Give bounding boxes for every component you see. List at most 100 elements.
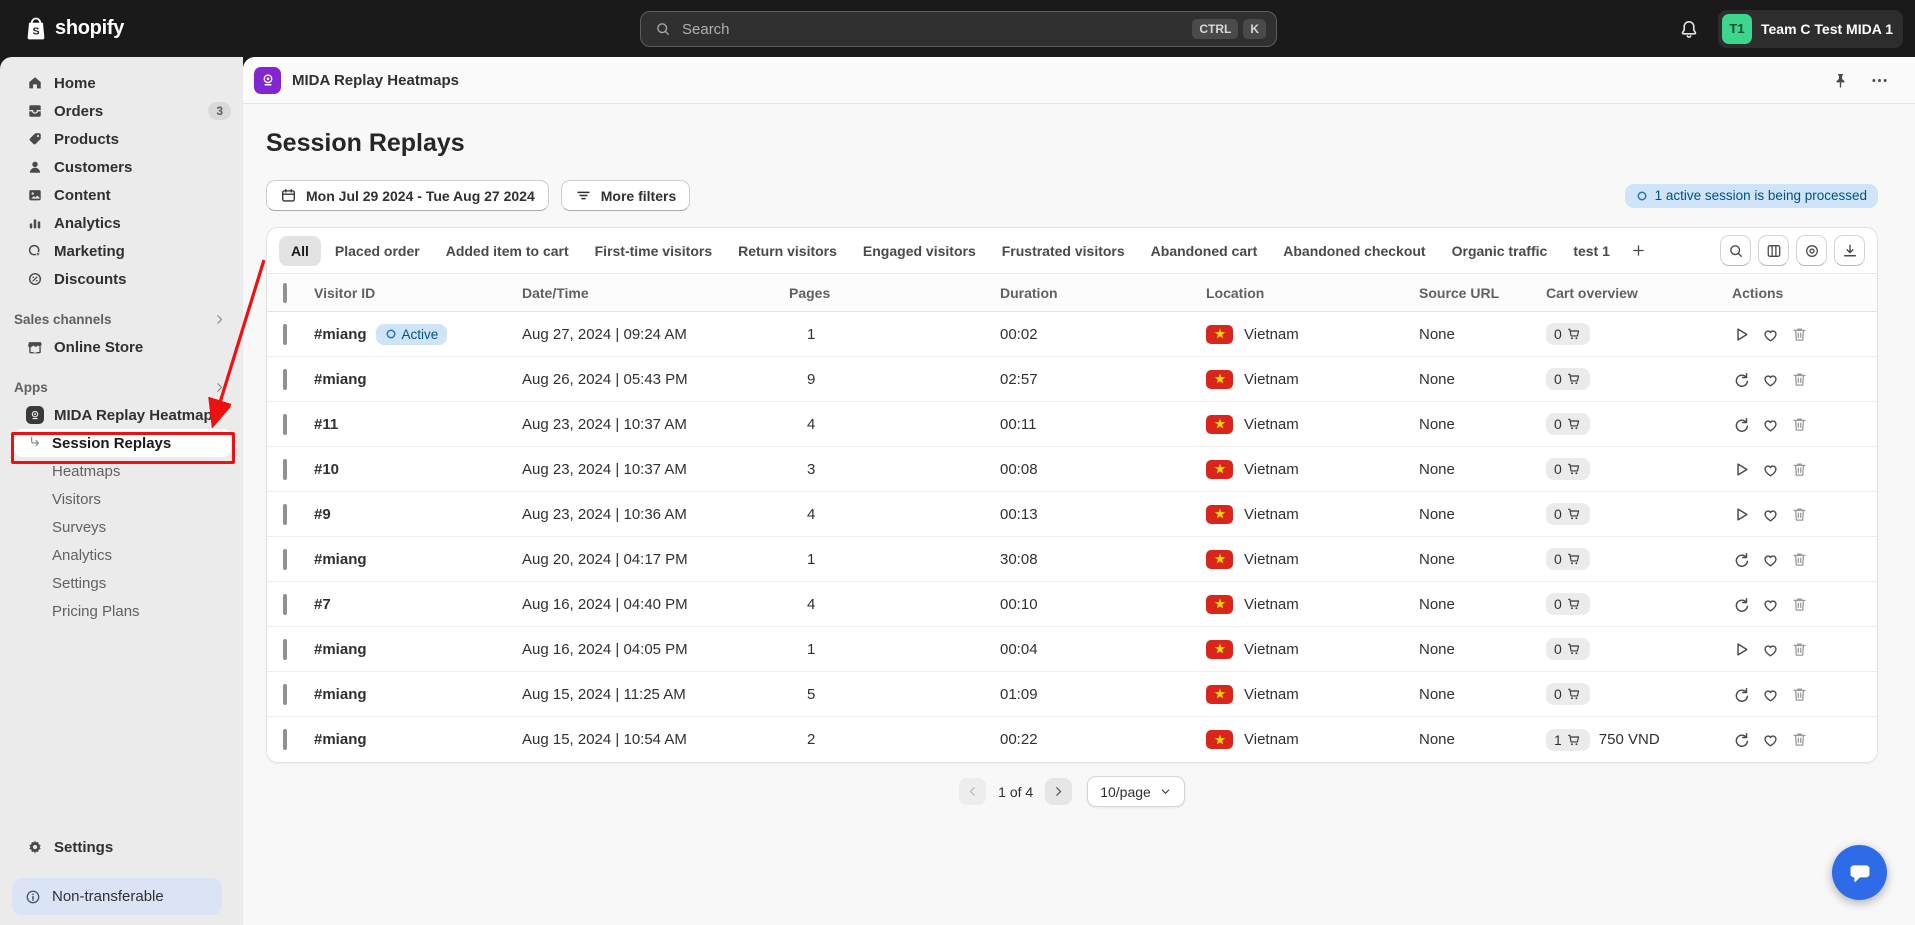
notifications-bell-icon[interactable] bbox=[1678, 18, 1700, 40]
sidebar-item-customers[interactable]: Customers bbox=[0, 153, 243, 181]
favorite-heart-button[interactable] bbox=[1761, 685, 1780, 704]
table-row[interactable]: #11Aug 23, 2024 | 10:37 AM400:11VietnamN… bbox=[267, 402, 1877, 447]
chat-widget-button[interactable] bbox=[1832, 845, 1887, 900]
sidebar-item-session-replays[interactable]: Session Replays bbox=[14, 429, 231, 457]
replay-button[interactable] bbox=[1732, 685, 1751, 704]
sidebar-section-apps[interactable]: Apps bbox=[0, 373, 243, 401]
favorite-heart-button[interactable] bbox=[1761, 460, 1780, 479]
delete-trash-button[interactable] bbox=[1790, 370, 1809, 389]
sidebar-item-products[interactable]: Products bbox=[0, 125, 243, 153]
tab-first-time-visitors[interactable]: First-time visitors bbox=[583, 236, 724, 266]
row-checkbox[interactable] bbox=[283, 414, 287, 435]
delete-trash-button[interactable] bbox=[1790, 505, 1809, 524]
favorite-heart-button[interactable] bbox=[1761, 730, 1780, 749]
tab-abandoned-cart[interactable]: Abandoned cart bbox=[1139, 236, 1270, 266]
favorite-heart-button[interactable] bbox=[1761, 415, 1780, 434]
delete-trash-button[interactable] bbox=[1790, 325, 1809, 344]
replay-button[interactable] bbox=[1732, 550, 1751, 569]
tab-return-visitors[interactable]: Return visitors bbox=[726, 236, 849, 266]
user-menu[interactable]: T1 Team C Test MIDA 1 bbox=[1718, 10, 1903, 48]
row-checkbox[interactable] bbox=[283, 504, 287, 525]
favorite-heart-button[interactable] bbox=[1761, 325, 1780, 344]
select-all-checkbox[interactable] bbox=[283, 283, 287, 303]
delete-trash-button[interactable] bbox=[1790, 685, 1809, 704]
sidebar-item-orders[interactable]: Orders3 bbox=[0, 97, 243, 125]
play-button[interactable] bbox=[1732, 505, 1751, 524]
row-checkbox[interactable] bbox=[283, 369, 287, 390]
global-search-input[interactable]: Search CTRL K bbox=[640, 11, 1277, 47]
sidebar-item-marketing[interactable]: Marketing bbox=[0, 237, 243, 265]
sidebar-item-online-store[interactable]: Online Store bbox=[0, 333, 243, 361]
table-row[interactable]: #9Aug 23, 2024 | 10:36 AM400:13VietnamNo… bbox=[267, 492, 1877, 537]
row-checkbox[interactable] bbox=[283, 324, 287, 345]
play-button[interactable] bbox=[1732, 325, 1751, 344]
sidebar-item-content[interactable]: Content bbox=[0, 181, 243, 209]
sidebar-item-visitors[interactable]: Visitors bbox=[0, 485, 243, 513]
tab-test-1[interactable]: test 1 bbox=[1561, 236, 1622, 266]
table-row[interactable]: #miangAug 26, 2024 | 05:43 PM902:57Vietn… bbox=[267, 357, 1877, 402]
replay-button[interactable] bbox=[1732, 730, 1751, 749]
sidebar-item-surveys[interactable]: Surveys bbox=[0, 513, 243, 541]
delete-trash-button[interactable] bbox=[1790, 550, 1809, 569]
sidebar-item-discounts[interactable]: Discounts bbox=[0, 265, 243, 293]
favorite-heart-button[interactable] bbox=[1761, 550, 1780, 569]
sidebar-item-analytics[interactable]: Analytics bbox=[0, 209, 243, 237]
delete-trash-button[interactable] bbox=[1790, 730, 1809, 749]
tab-added-item-to-cart[interactable]: Added item to cart bbox=[434, 236, 581, 266]
more-options-icon[interactable] bbox=[1870, 71, 1889, 90]
tab-placed-order[interactable]: Placed order bbox=[323, 236, 432, 266]
tab-organic-traffic[interactable]: Organic traffic bbox=[1440, 236, 1560, 266]
previous-page-button[interactable] bbox=[959, 778, 986, 805]
tab-all[interactable]: All bbox=[279, 236, 321, 266]
delete-trash-button[interactable] bbox=[1790, 640, 1809, 659]
row-checkbox[interactable] bbox=[283, 459, 287, 480]
favorite-heart-button[interactable] bbox=[1761, 640, 1780, 659]
row-checkbox[interactable] bbox=[283, 639, 287, 660]
play-button[interactable] bbox=[1732, 640, 1751, 659]
page-size-select[interactable]: 10/page bbox=[1087, 776, 1185, 807]
date-range-button[interactable]: Mon Jul 29 2024 - Tue Aug 27 2024 bbox=[266, 180, 549, 211]
table-search-button[interactable] bbox=[1720, 235, 1751, 266]
sidebar-item-settings[interactable]: Settings bbox=[0, 569, 243, 597]
view-target-button[interactable] bbox=[1796, 235, 1827, 266]
replay-button[interactable] bbox=[1732, 415, 1751, 434]
pin-icon[interactable] bbox=[1831, 71, 1850, 90]
tab-abandoned-checkout[interactable]: Abandoned checkout bbox=[1271, 236, 1437, 266]
table-row[interactable]: #miangAug 15, 2024 | 10:54 AM200:22Vietn… bbox=[267, 717, 1877, 762]
play-button[interactable] bbox=[1732, 460, 1751, 479]
next-page-button[interactable] bbox=[1045, 778, 1072, 805]
row-checkbox[interactable] bbox=[283, 729, 287, 750]
more-filters-button[interactable]: More filters bbox=[561, 180, 690, 211]
favorite-heart-button[interactable] bbox=[1761, 370, 1780, 389]
sidebar-item-home[interactable]: Home bbox=[0, 69, 243, 97]
sidebar-item-settings[interactable]: Settings bbox=[0, 833, 243, 861]
sidebar-item-pricing-plans[interactable]: Pricing Plans bbox=[0, 597, 243, 625]
sidebar-item-analytics[interactable]: Analytics bbox=[0, 541, 243, 569]
favorite-heart-button[interactable] bbox=[1761, 505, 1780, 524]
sidebar-section-sales-channels[interactable]: Sales channels bbox=[0, 305, 243, 333]
table-row[interactable]: #7Aug 16, 2024 | 04:40 PM400:10VietnamNo… bbox=[267, 582, 1877, 627]
row-checkbox[interactable] bbox=[283, 549, 287, 570]
tab-frustrated-visitors[interactable]: Frustrated visitors bbox=[990, 236, 1137, 266]
table-row[interactable]: #miangAug 16, 2024 | 04:05 PM100:04Vietn… bbox=[267, 627, 1877, 672]
favorite-heart-button[interactable] bbox=[1761, 595, 1780, 614]
table-row[interactable]: #miangAug 15, 2024 | 11:25 AM501:09Vietn… bbox=[267, 672, 1877, 717]
export-download-button[interactable] bbox=[1834, 235, 1865, 266]
replay-button[interactable] bbox=[1732, 370, 1751, 389]
row-actions bbox=[1732, 415, 1877, 434]
shopify-logo[interactable]: S shopify bbox=[24, 16, 124, 42]
row-checkbox[interactable] bbox=[283, 594, 287, 615]
sidebar-item-mida-replay-heatmaps[interactable]: MIDA Replay Heatmaps bbox=[0, 401, 243, 429]
sidebar-item-heatmaps[interactable]: Heatmaps bbox=[0, 457, 243, 485]
table-row[interactable]: #miangActiveAug 27, 2024 | 09:24 AM100:0… bbox=[267, 312, 1877, 357]
add-tab-button[interactable] bbox=[1624, 236, 1654, 266]
row-checkbox[interactable] bbox=[283, 684, 287, 705]
columns-button[interactable] bbox=[1758, 235, 1789, 266]
delete-trash-button[interactable] bbox=[1790, 460, 1809, 479]
delete-trash-button[interactable] bbox=[1790, 415, 1809, 434]
replay-button[interactable] bbox=[1732, 595, 1751, 614]
table-row[interactable]: #10Aug 23, 2024 | 10:37 AM300:08VietnamN… bbox=[267, 447, 1877, 492]
tab-engaged-visitors[interactable]: Engaged visitors bbox=[851, 236, 988, 266]
table-row[interactable]: #miangAug 20, 2024 | 04:17 PM130:08Vietn… bbox=[267, 537, 1877, 582]
delete-trash-button[interactable] bbox=[1790, 595, 1809, 614]
